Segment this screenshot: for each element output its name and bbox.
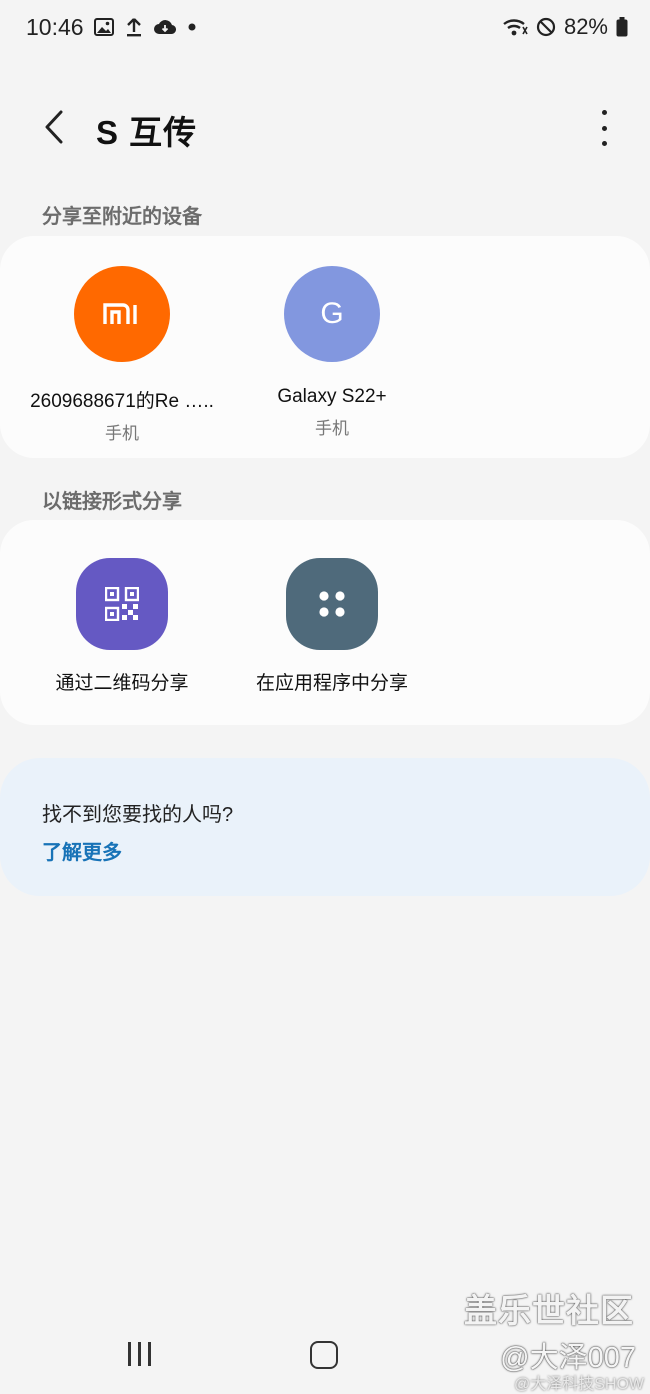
recents-bar-icon — [138, 1342, 141, 1366]
recents-bar-icon — [148, 1342, 151, 1366]
gallery-icon — [94, 18, 114, 36]
recents-bar-icon — [128, 1342, 131, 1366]
navigation-bar — [0, 1316, 650, 1394]
status-right: 82% — [502, 14, 628, 40]
device-tile-xiaomi[interactable]: 2609688671的Re ….. 手机 — [16, 266, 228, 444]
link-share-card: 通过二维码分享 在应用程序中分享 — [0, 520, 650, 725]
upload-icon — [127, 18, 141, 37]
home-button[interactable] — [310, 1341, 338, 1369]
status-bar: 10:46 82% — [0, 0, 650, 56]
more-dot-icon — [601, 110, 607, 115]
avatar-initial: G — [320, 297, 344, 330]
device-tile-galaxy[interactable]: G Galaxy S22+ 手机 — [226, 266, 438, 439]
wifi-icon — [503, 19, 528, 36]
device-avatar: G — [284, 266, 380, 362]
recents-button[interactable] — [128, 1342, 151, 1366]
option-label: 通过二维码分享 — [55, 673, 189, 694]
battery-icon — [616, 17, 628, 37]
nearby-section-title: 分享至附近的设备 — [42, 206, 202, 228]
more-options-button[interactable] — [594, 106, 614, 150]
help-question: 找不到您要找的人吗? — [42, 804, 234, 826]
device-avatar — [74, 266, 170, 362]
option-label: 在应用程序中分享 — [255, 673, 408, 694]
cloud-sync-icon — [154, 20, 176, 35]
device-name: 2609688671的Re ….. — [30, 391, 214, 412]
more-dot-icon — [601, 141, 607, 146]
more-dot-icon — [601, 125, 607, 131]
learn-more-link[interactable]: 了解更多 — [42, 836, 122, 865]
page-title: S 互传 — [96, 114, 198, 151]
app-share-option[interactable]: 在应用程序中分享 — [226, 558, 438, 695]
mi-logo-icon — [103, 303, 137, 324]
app-bar: S 互传 — [0, 92, 650, 162]
dot-icon — [188, 23, 196, 31]
battery-percent: 82% — [563, 14, 608, 39]
qr-code-icon — [105, 587, 139, 621]
app-grid-icon — [319, 591, 345, 617]
app-share-tile — [286, 558, 378, 650]
link-share-section-title: 以链接形式分享 — [42, 491, 182, 513]
do-not-disturb-icon — [536, 17, 556, 37]
device-name: Galaxy S22+ — [277, 386, 387, 407]
status-time: 10:46 — [26, 14, 84, 40]
device-type: 手机 — [105, 424, 139, 443]
back-button[interactable] — [32, 102, 76, 152]
back-arrow-icon — [45, 110, 63, 144]
notification-icons — [94, 17, 196, 37]
qr-share-tile — [76, 558, 168, 650]
device-type: 手机 — [315, 419, 349, 438]
help-card: 找不到您要找的人吗? 了解更多 — [0, 758, 650, 896]
qr-share-option[interactable]: 通过二维码分享 — [16, 558, 228, 695]
nearby-devices-card: 2609688671的Re ….. 手机 G Galaxy S22+ 手机 — [0, 236, 650, 458]
